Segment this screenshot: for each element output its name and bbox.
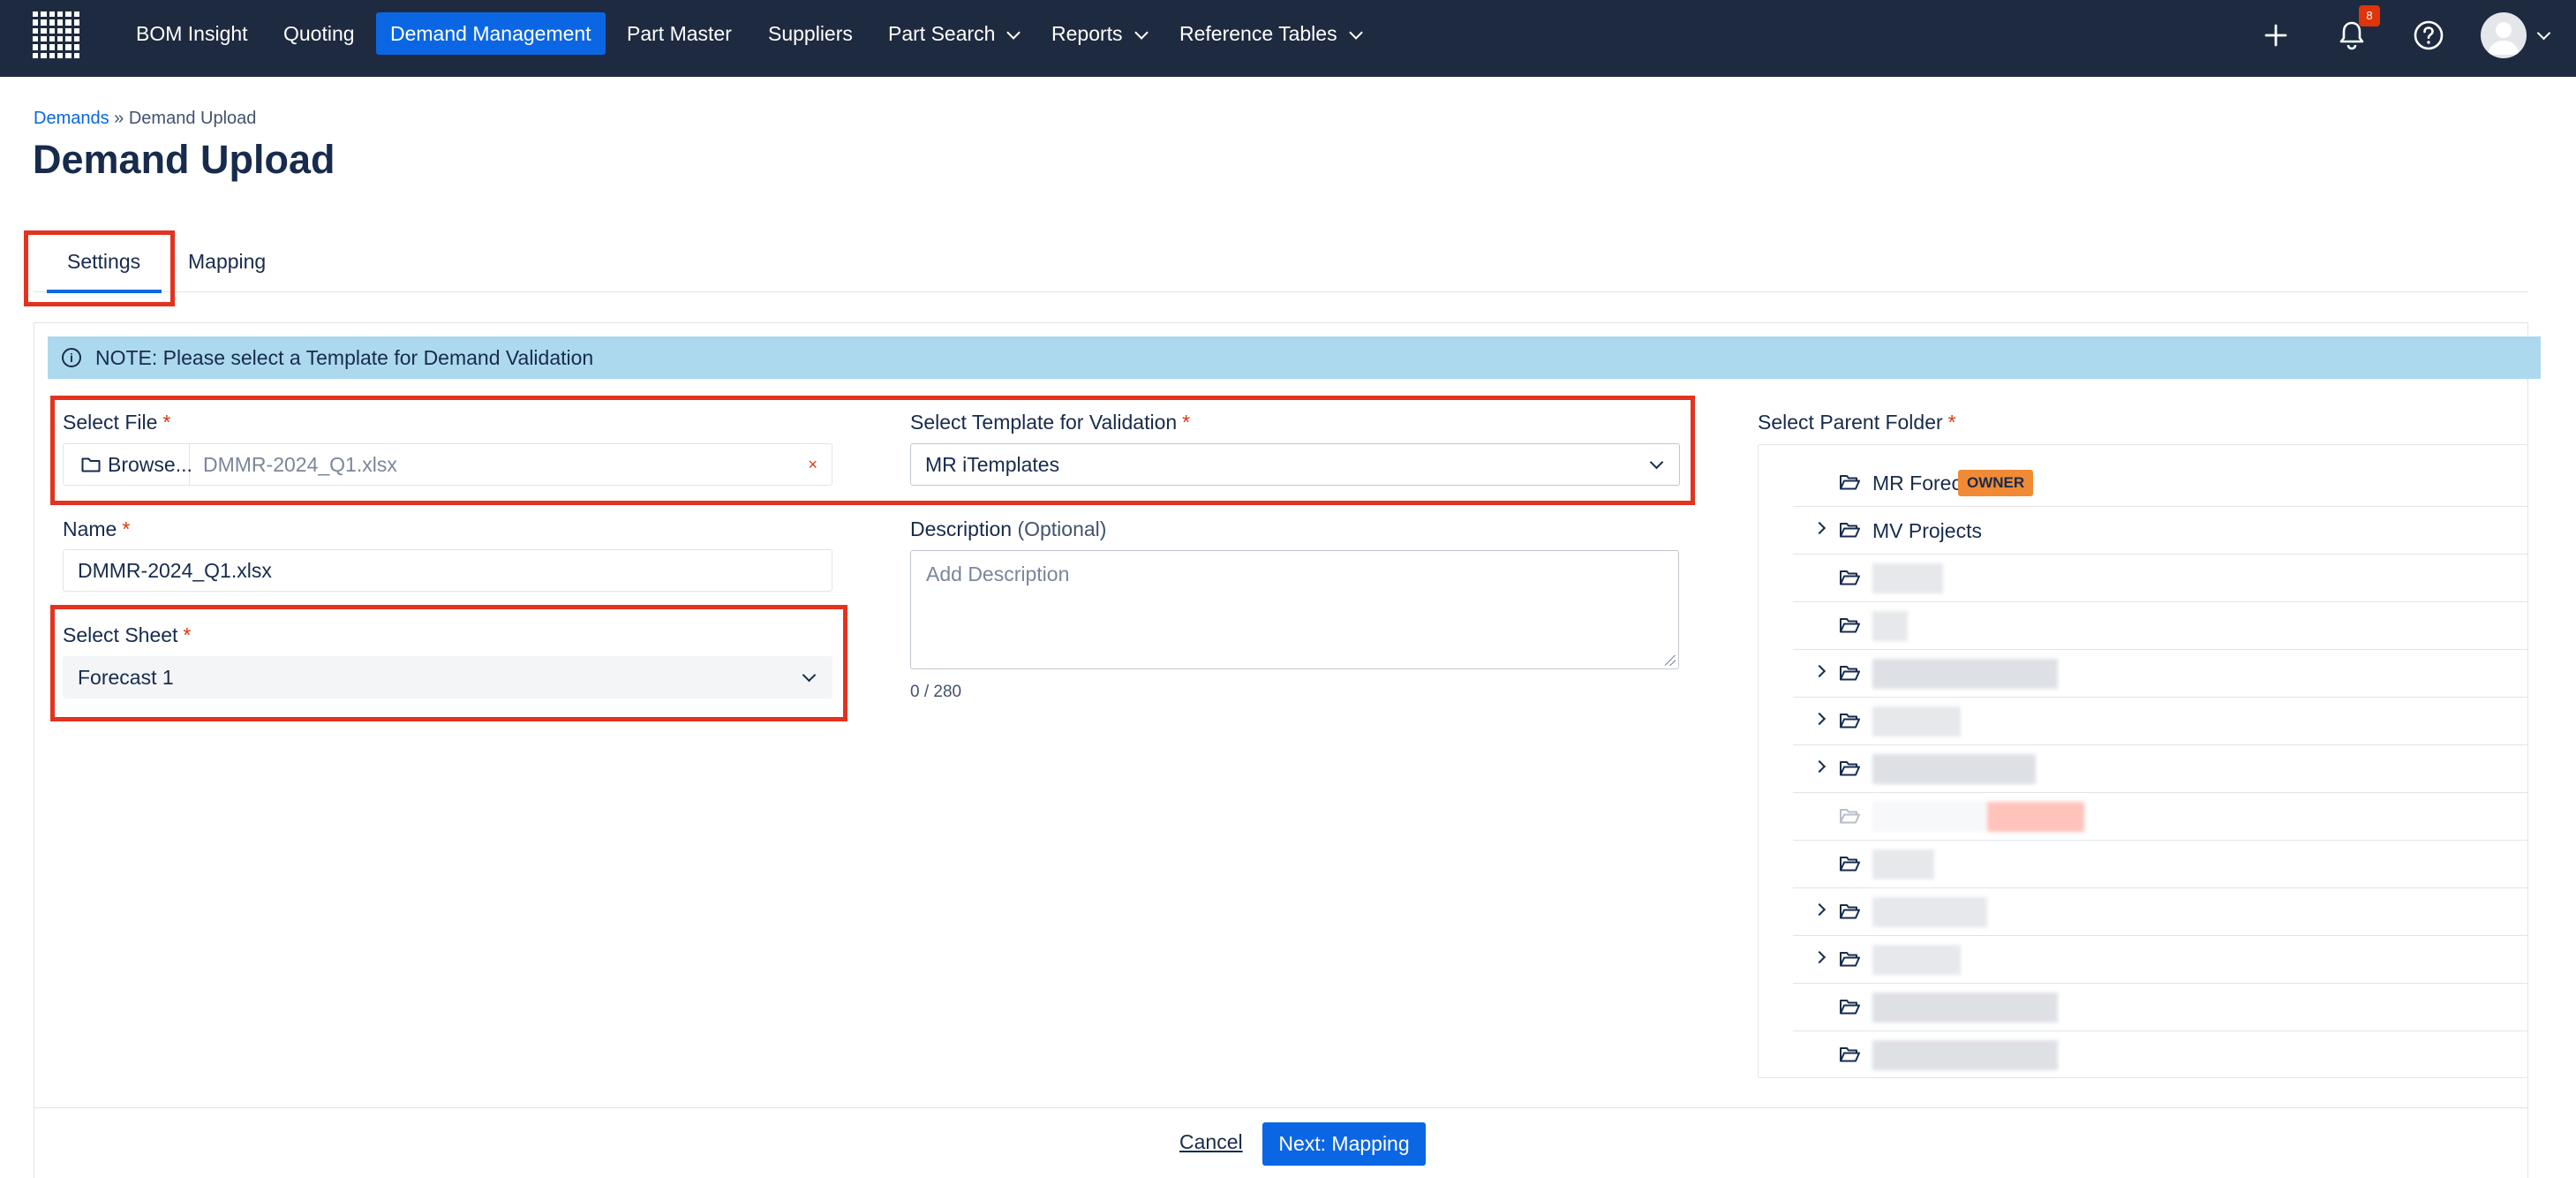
folder-tree-row-redacted[interactable]	[1793, 888, 2527, 936]
breadcrumb-current: Demand Upload	[128, 109, 257, 128]
redacted-text	[1872, 563, 1943, 593]
note-text: NOTE: Please select a Template for Deman…	[95, 346, 594, 369]
description-label: Description (Optional)	[910, 517, 1107, 540]
chevron-down-icon	[1006, 26, 1021, 40]
nav-item-suppliers[interactable]: Suppliers	[754, 12, 867, 55]
info-icon: i	[62, 348, 81, 367]
folder-open-icon	[1840, 1047, 1860, 1062]
folder-open-icon	[1840, 952, 1860, 967]
folder-tree-row-mr-forecasts[interactable]: MR Forecasts OWNER	[1793, 459, 2527, 507]
folder-tree-row-redacted[interactable]	[1793, 841, 2527, 888]
folder-open-icon	[1840, 1000, 1860, 1015]
folder-tree-row-redacted[interactable]	[1793, 984, 2527, 1031]
folder-open-icon	[1840, 904, 1860, 919]
cancel-button[interactable]: Cancel	[1179, 1130, 1243, 1154]
chevron-right-icon[interactable]	[1812, 712, 1827, 726]
redacted-text	[1872, 754, 2036, 784]
breadcrumb-link-demands[interactable]: Demands	[34, 109, 109, 128]
nav-item-reference-tables[interactable]: Reference Tables	[1165, 12, 1372, 55]
tab-mapping[interactable]: Mapping	[188, 250, 266, 274]
description-placeholder: Add Description	[926, 563, 1070, 585]
resize-handle-icon[interactable]	[1665, 655, 1676, 666]
nav-item-label: Reference Tables	[1179, 22, 1337, 45]
redacted-text	[1872, 659, 2058, 689]
nav-item-part-search[interactable]: Part Search	[874, 12, 1029, 55]
folder-tree-row-redacted[interactable]	[1793, 936, 2527, 984]
nav-item-demand-management[interactable]: Demand Management	[376, 12, 606, 55]
nav-item-label: Reports	[1051, 22, 1123, 45]
tabs-divider	[34, 291, 2528, 292]
redacted-text	[1872, 802, 1987, 832]
footer-divider	[34, 1107, 2528, 1108]
folder-open-icon	[1840, 618, 1860, 633]
page-title: Demand Upload	[33, 137, 335, 182]
nav-item-quoting[interactable]: Quoting	[269, 12, 369, 55]
nav-item-label: Part Search	[888, 22, 996, 45]
redacted-badge	[1987, 802, 2084, 832]
chevron-right-icon[interactable]	[1812, 950, 1827, 964]
redacted-text	[1872, 611, 1908, 641]
description-textarea[interactable]: Add Description	[910, 550, 1679, 669]
nav-item-label: BOM Insight	[136, 22, 248, 45]
nav-item-bom-insight[interactable]: BOM Insight	[122, 12, 262, 55]
app-grid-logo-icon[interactable]	[33, 11, 79, 58]
nav-item-label: Suppliers	[768, 22, 853, 45]
folder-tree-row-redacted[interactable]	[1793, 650, 2527, 698]
nav-item-reports[interactable]: Reports	[1037, 12, 1157, 55]
folder-open-icon	[1840, 570, 1860, 585]
folder-tree-row-redacted[interactable]	[1793, 745, 2527, 793]
nav-item-label: Demand Management	[390, 22, 591, 45]
folder-open-icon	[1840, 857, 1860, 872]
folder-tree[interactable]: MR Forecasts OWNER MV Projects	[1758, 444, 2528, 1078]
chevron-right-icon[interactable]	[1812, 902, 1827, 917]
highlight-box-settings-tab	[24, 230, 175, 306]
user-avatar[interactable]	[2481, 12, 2527, 58]
redacted-text	[1872, 850, 1934, 880]
chevron-down-icon	[1134, 26, 1149, 40]
folder-tree-row-redacted[interactable]	[1793, 555, 2527, 602]
folder-open-icon	[1840, 761, 1860, 776]
folder-tree-row-redacted[interactable]	[1793, 793, 2527, 841]
top-navigation-bar: BOM Insight Quoting Demand Management Pa…	[0, 0, 2576, 77]
description-char-counter: 0 / 280	[910, 683, 962, 701]
help-question-icon[interactable]	[2409, 16, 2448, 55]
redacted-text	[1872, 897, 1987, 927]
nav-item-label: Quoting	[283, 22, 355, 45]
notification-count-badge: 8	[2359, 5, 2380, 26]
folder-tree-row-redacted[interactable]	[1793, 602, 2527, 650]
folder-open-icon	[1840, 475, 1860, 490]
parent-folder-label: Select Parent Folder *	[1758, 411, 1956, 434]
folder-tree-row-mv-projects[interactable]: MV Projects	[1793, 507, 2527, 555]
folder-open-icon	[1840, 714, 1860, 729]
highlight-box-sheet	[50, 605, 847, 721]
chevron-down-icon[interactable]	[2536, 26, 2551, 41]
folder-open-icon	[1840, 809, 1860, 824]
chevron-right-icon[interactable]	[1812, 759, 1827, 774]
folder-open-icon	[1840, 666, 1860, 681]
redacted-text	[1872, 993, 2058, 1023]
chevron-right-icon[interactable]	[1812, 521, 1827, 535]
name-field[interactable]: DMMR-2024_Q1.xlsx	[63, 549, 832, 592]
breadcrumb: Demands » Demand Upload	[34, 109, 256, 129]
folder-open-icon	[1840, 523, 1860, 538]
next-mapping-button[interactable]: Next: Mapping	[1262, 1122, 1426, 1166]
folder-name: MV Projects	[1872, 519, 1982, 542]
owner-badge: OWNER	[1958, 470, 2034, 496]
folder-tree-row-redacted[interactable]	[1793, 698, 2527, 745]
note-banner: i NOTE: Please select a Template for Dem…	[48, 336, 2541, 379]
breadcrumb-separator: »	[114, 109, 124, 128]
redacted-text	[1872, 1040, 2058, 1070]
nav-item-label: Part Master	[627, 22, 732, 45]
create-plus-icon[interactable]	[2256, 16, 2295, 55]
folder-tree-row-redacted[interactable]	[1793, 1031, 2527, 1077]
nav-item-part-master[interactable]: Part Master	[613, 12, 746, 55]
chevron-down-icon	[1348, 26, 1363, 40]
name-label: Name *	[63, 517, 131, 540]
redacted-text	[1872, 706, 1961, 736]
redacted-text	[1872, 945, 1961, 975]
highlight-box-file-template	[50, 396, 1695, 505]
chevron-right-icon[interactable]	[1812, 664, 1827, 678]
